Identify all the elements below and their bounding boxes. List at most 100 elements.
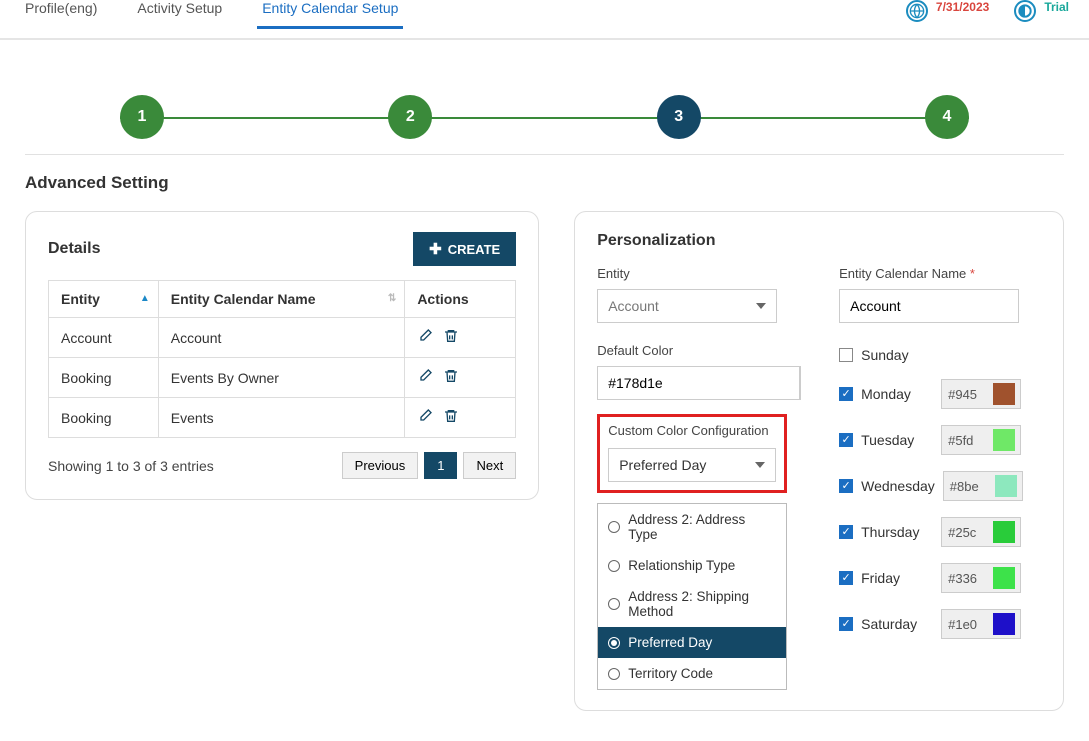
prev-button[interactable]: Previous — [342, 452, 419, 479]
day-color-text: #8be — [944, 479, 990, 494]
day-checkbox[interactable] — [839, 387, 853, 401]
day-row: Friday #336 — [839, 563, 1041, 593]
tab-activity-setup[interactable]: Activity Setup — [132, 0, 227, 29]
personalization-heading: Personalization — [597, 232, 1041, 250]
sort-asc-icon: ▲ — [140, 293, 150, 304]
entity-select-value: Account — [608, 298, 659, 314]
tabs: Profile(eng) Activity Setup Entity Calen… — [20, 0, 403, 29]
globe-icon — [906, 0, 928, 22]
delete-icon[interactable] — [443, 328, 459, 347]
day-color-swatch — [993, 429, 1015, 451]
option-label: Relationship Type — [628, 558, 735, 573]
day-color-chip[interactable]: #8be — [943, 471, 1023, 501]
col-calendar-name[interactable]: Entity Calendar Name⇅ — [158, 281, 405, 318]
day-color-swatch — [993, 567, 1015, 589]
calendar-name-input[interactable] — [839, 289, 1019, 323]
status-box: 7/31/2023 Trial — [906, 0, 1069, 22]
delete-icon[interactable] — [443, 368, 459, 387]
default-color-swatch[interactable] — [800, 366, 801, 400]
page-1-button[interactable]: 1 — [424, 452, 457, 479]
step-2[interactable]: 2 — [388, 95, 432, 139]
pager: Previous 1 Next — [342, 452, 517, 479]
day-color-chip[interactable]: #336 — [941, 563, 1021, 593]
default-color-label: Default Color — [597, 343, 799, 358]
dropdown-option[interactable]: Territory Code — [598, 658, 786, 689]
edit-icon[interactable] — [417, 368, 433, 387]
day-color-text: #336 — [942, 571, 988, 586]
next-button[interactable]: Next — [463, 452, 516, 479]
day-color-chip[interactable]: #945 — [941, 379, 1021, 409]
custom-color-highlight: Custom Color Configuration Preferred Day — [597, 414, 787, 493]
day-color-chip[interactable]: #1e0 — [941, 609, 1021, 639]
dropdown-option[interactable]: Relationship Type — [598, 550, 786, 581]
details-panel: Details ✚ CREATE Entity▲ Entity Calendar… — [25, 211, 539, 500]
table-row: Account Account — [49, 318, 516, 358]
day-row: Sunday — [839, 347, 1041, 363]
radio-icon — [608, 521, 620, 533]
col-entity[interactable]: Entity▲ — [49, 281, 159, 318]
day-checkbox[interactable] — [839, 525, 853, 539]
cell-entity: Booking — [49, 358, 159, 398]
create-button[interactable]: ✚ CREATE — [413, 232, 516, 266]
option-label: Preferred Day — [628, 635, 712, 650]
delete-icon[interactable] — [443, 408, 459, 427]
table-info: Showing 1 to 3 of 3 entries — [48, 458, 214, 474]
day-row: Wednesday #8be — [839, 471, 1041, 501]
radio-icon — [608, 668, 620, 680]
option-label: Territory Code — [628, 666, 713, 681]
day-checkbox[interactable] — [839, 479, 853, 493]
step-4[interactable]: 4 — [925, 95, 969, 139]
stepper-line — [120, 117, 969, 119]
day-label: Thursday — [861, 524, 933, 540]
step-3[interactable]: 3 — [657, 95, 701, 139]
chevron-down-icon — [756, 303, 766, 309]
day-color-text: #945 — [942, 387, 988, 402]
day-color-text: #5fd — [942, 433, 988, 448]
day-color-swatch — [995, 475, 1017, 497]
day-label: Wednesday — [861, 478, 935, 494]
tab-entity-calendar-setup[interactable]: Entity Calendar Setup — [257, 0, 403, 29]
edit-icon[interactable] — [417, 408, 433, 427]
day-label: Sunday — [861, 347, 933, 363]
day-color-chip[interactable]: #25c — [941, 517, 1021, 547]
cell-calendar-name: Account — [158, 318, 405, 358]
dropdown-option[interactable]: Address 2: Address Type — [598, 504, 786, 550]
details-table: Entity▲ Entity Calendar Name⇅ Actions Ac… — [48, 280, 516, 438]
tab-profile[interactable]: Profile(eng) — [20, 0, 102, 29]
divider — [25, 154, 1064, 155]
day-label: Monday — [861, 386, 933, 402]
entity-select[interactable]: Account — [597, 289, 777, 323]
section-title: Advanced Setting — [25, 173, 1064, 193]
edit-icon[interactable] — [417, 328, 433, 347]
radio-icon — [608, 637, 620, 649]
cell-calendar-name: Events By Owner — [158, 358, 405, 398]
create-button-label: CREATE — [448, 242, 500, 257]
personalization-panel: Personalization Entity Account Default C… — [574, 211, 1064, 711]
step-1[interactable]: 1 — [120, 95, 164, 139]
dropdown-option[interactable]: Address 2: Shipping Method — [598, 581, 786, 627]
custom-color-dropdown[interactable]: Address 2: Address Type Relationship Type… — [597, 503, 787, 690]
day-label: Tuesday — [861, 432, 933, 448]
default-color-input[interactable] — [597, 366, 800, 400]
table-row: Booking Events — [49, 398, 516, 438]
custom-color-select-value: Preferred Day — [619, 457, 706, 473]
day-color-swatch — [993, 613, 1015, 635]
custom-color-select[interactable]: Preferred Day — [608, 448, 776, 482]
dropdown-option[interactable]: Preferred Day — [598, 627, 786, 658]
calendar-name-label: Entity Calendar Name * — [839, 266, 1041, 281]
entity-label: Entity — [597, 266, 799, 281]
chevron-down-icon — [755, 462, 765, 468]
top-bar: Profile(eng) Activity Setup Entity Calen… — [0, 0, 1089, 40]
day-checkbox[interactable] — [839, 433, 853, 447]
day-color-chip[interactable]: #5fd — [941, 425, 1021, 455]
day-checkbox[interactable] — [839, 348, 853, 362]
option-label: Address 2: Shipping Method — [628, 589, 776, 619]
cell-entity: Account — [49, 318, 159, 358]
status-value: Trial — [1044, 0, 1069, 14]
day-checkbox[interactable] — [839, 571, 853, 585]
cell-entity: Booking — [49, 398, 159, 438]
details-heading: Details — [48, 240, 100, 258]
option-label: Address 2: Address Type — [628, 512, 776, 542]
sort-icon: ⇅ — [388, 293, 396, 304]
day-checkbox[interactable] — [839, 617, 853, 631]
